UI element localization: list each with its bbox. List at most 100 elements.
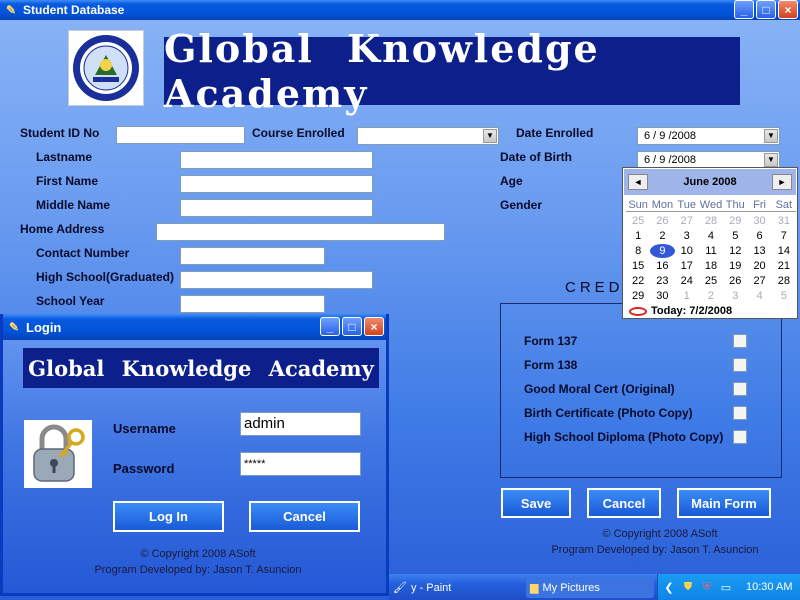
student-id-field[interactable]: [116, 126, 245, 144]
calendar-day[interactable]: 3: [675, 229, 699, 243]
taskbar-item-paint[interactable]: 🖌 y - Paint: [389, 577, 509, 598]
lastname-label: Lastname: [36, 150, 93, 164]
chevron-down-icon[interactable]: ▼: [483, 129, 497, 143]
calendar-day[interactable]: 12: [723, 244, 747, 258]
highschool-field[interactable]: [180, 271, 373, 289]
calendar-day[interactable]: 14: [772, 244, 796, 258]
calendar-day[interactable]: 6: [747, 229, 771, 243]
credential-checkbox[interactable]: [733, 382, 747, 396]
calendar-day[interactable]: 11: [699, 244, 723, 258]
calendar-day[interactable]: 28: [772, 274, 796, 288]
calendar-day[interactable]: 13: [747, 244, 771, 258]
credential-checkbox[interactable]: [733, 334, 747, 348]
calendar-day[interactable]: 24: [675, 274, 699, 288]
main-developer: Program Developed by: Jason T. Asuncion: [551, 544, 759, 556]
school-year-label: School Year: [36, 294, 105, 308]
lastname-field[interactable]: [180, 151, 373, 169]
password-input[interactable]: *****: [240, 452, 361, 476]
calendar-day[interactable]: 4: [747, 289, 771, 303]
maximize-button[interactable]: □: [342, 317, 362, 336]
calendar-day[interactable]: 25: [699, 274, 723, 288]
credential-label: Form 138: [524, 358, 578, 372]
window-title: Student Database: [23, 3, 125, 17]
weekday-label: Sat: [775, 199, 793, 211]
calendar-today-link[interactable]: Today: 7/2/2008: [629, 305, 732, 317]
chevron-down-icon[interactable]: ▼: [764, 129, 778, 143]
age-label: Age: [500, 174, 523, 188]
gender-label: Gender: [500, 198, 543, 212]
minimize-button[interactable]: _: [320, 317, 340, 336]
calendar-day[interactable]: 10: [675, 244, 699, 258]
address-label: Home Address: [20, 222, 105, 236]
student-id-label: Student ID No: [20, 126, 100, 140]
calendar-day[interactable]: 16: [650, 259, 674, 273]
login-window: ✎ Login _ □ × Global Knowledge Academy U…: [0, 314, 389, 596]
calendar-day[interactable]: 30: [747, 214, 771, 228]
clock[interactable]: 10:30 AM: [746, 581, 792, 593]
calendar-day[interactable]: 17: [675, 259, 699, 273]
cancel-button[interactable]: Cancel: [587, 488, 661, 518]
calendar-day[interactable]: 28: [699, 214, 723, 228]
pencil-icon: ✎: [8, 320, 20, 334]
close-button[interactable]: ×: [364, 317, 384, 336]
calendar-day[interactable]: 27: [747, 274, 771, 288]
credential-checkbox[interactable]: [733, 406, 747, 420]
calendar-day[interactable]: 15: [626, 259, 650, 273]
calendar-day[interactable]: 30: [650, 289, 674, 303]
login-banner: Global Knowledge Academy: [23, 348, 379, 388]
main-form-button[interactable]: Main Form: [677, 488, 771, 518]
date-picker-calendar[interactable]: ◄ June 2008 ► Sun Mon Tue Wed Thu Fri Sat 25 26…: [622, 167, 798, 319]
login-button[interactable]: Log In: [113, 501, 224, 532]
taskbar-item-my-pictures[interactable]: ▆ My Pictures: [526, 577, 654, 598]
login-titlebar[interactable]: ✎ Login _ □ ×: [3, 314, 386, 340]
calendar-day[interactable]: 26: [723, 274, 747, 288]
shield-icon[interactable]: ⛊: [681, 580, 695, 594]
calendar-day[interactable]: 23: [650, 274, 674, 288]
calendar-month-title[interactable]: June 2008: [624, 176, 796, 188]
credential-checkbox[interactable]: [733, 358, 747, 372]
username-input[interactable]: admin: [240, 412, 361, 436]
main-titlebar[interactable]: ✎ Student Database _ □ ×: [0, 0, 800, 20]
calendar-day[interactable]: 2: [650, 229, 674, 243]
next-month-button[interactable]: ►: [772, 174, 792, 190]
calendar-day[interactable]: 31: [772, 214, 796, 228]
minimize-button[interactable]: _: [734, 0, 754, 19]
course-dropdown[interactable]: ▼: [357, 127, 499, 145]
save-button[interactable]: Save: [501, 488, 571, 518]
calendar-day[interactable]: 4: [699, 229, 723, 243]
calendar-day[interactable]: 19: [723, 259, 747, 273]
contact-field[interactable]: [180, 247, 325, 265]
calendar-day[interactable]: 5: [723, 229, 747, 243]
monitor-icon[interactable]: ▭: [719, 580, 733, 594]
calendar-day[interactable]: 22: [626, 274, 650, 288]
calendar-day[interactable]: 20: [747, 259, 771, 273]
calendar-day[interactable]: 2: [699, 289, 723, 303]
calendar-day[interactable]: 3: [723, 289, 747, 303]
calendar-day[interactable]: 1: [675, 289, 699, 303]
calendar-day[interactable]: 5: [772, 289, 796, 303]
credential-checkbox[interactable]: [733, 430, 747, 444]
address-field[interactable]: [156, 223, 445, 241]
maximize-button[interactable]: □: [756, 0, 776, 19]
chevron-down-icon[interactable]: ▼: [764, 153, 778, 167]
credential-label: High School Diploma (Photo Copy): [524, 430, 724, 444]
security-alert-icon[interactable]: ⛨: [700, 580, 714, 594]
calendar-day[interactable]: 25: [626, 214, 650, 228]
calendar-day[interactable]: 21: [772, 259, 796, 273]
date-enrolled-picker[interactable]: 6 / 9 /2008 ▼: [637, 127, 780, 145]
calendar-day[interactable]: 1: [626, 229, 650, 243]
firstname-field[interactable]: [180, 175, 373, 193]
school-year-field[interactable]: [180, 295, 325, 313]
calendar-day[interactable]: 26: [650, 214, 674, 228]
middlename-field[interactable]: [180, 199, 373, 217]
close-button[interactable]: ×: [778, 0, 798, 19]
calendar-day[interactable]: 27: [675, 214, 699, 228]
login-cancel-button[interactable]: Cancel: [249, 501, 360, 532]
calendar-day[interactable]: 29: [626, 289, 650, 303]
calendar-day[interactable]: 18: [699, 259, 723, 273]
calendar-day[interactable]: 8: [626, 244, 650, 258]
calendar-day[interactable]: 9: [650, 244, 675, 258]
calendar-day[interactable]: 29: [723, 214, 747, 228]
chevron-left-icon[interactable]: ❮: [662, 580, 676, 594]
calendar-day[interactable]: 7: [772, 229, 796, 243]
